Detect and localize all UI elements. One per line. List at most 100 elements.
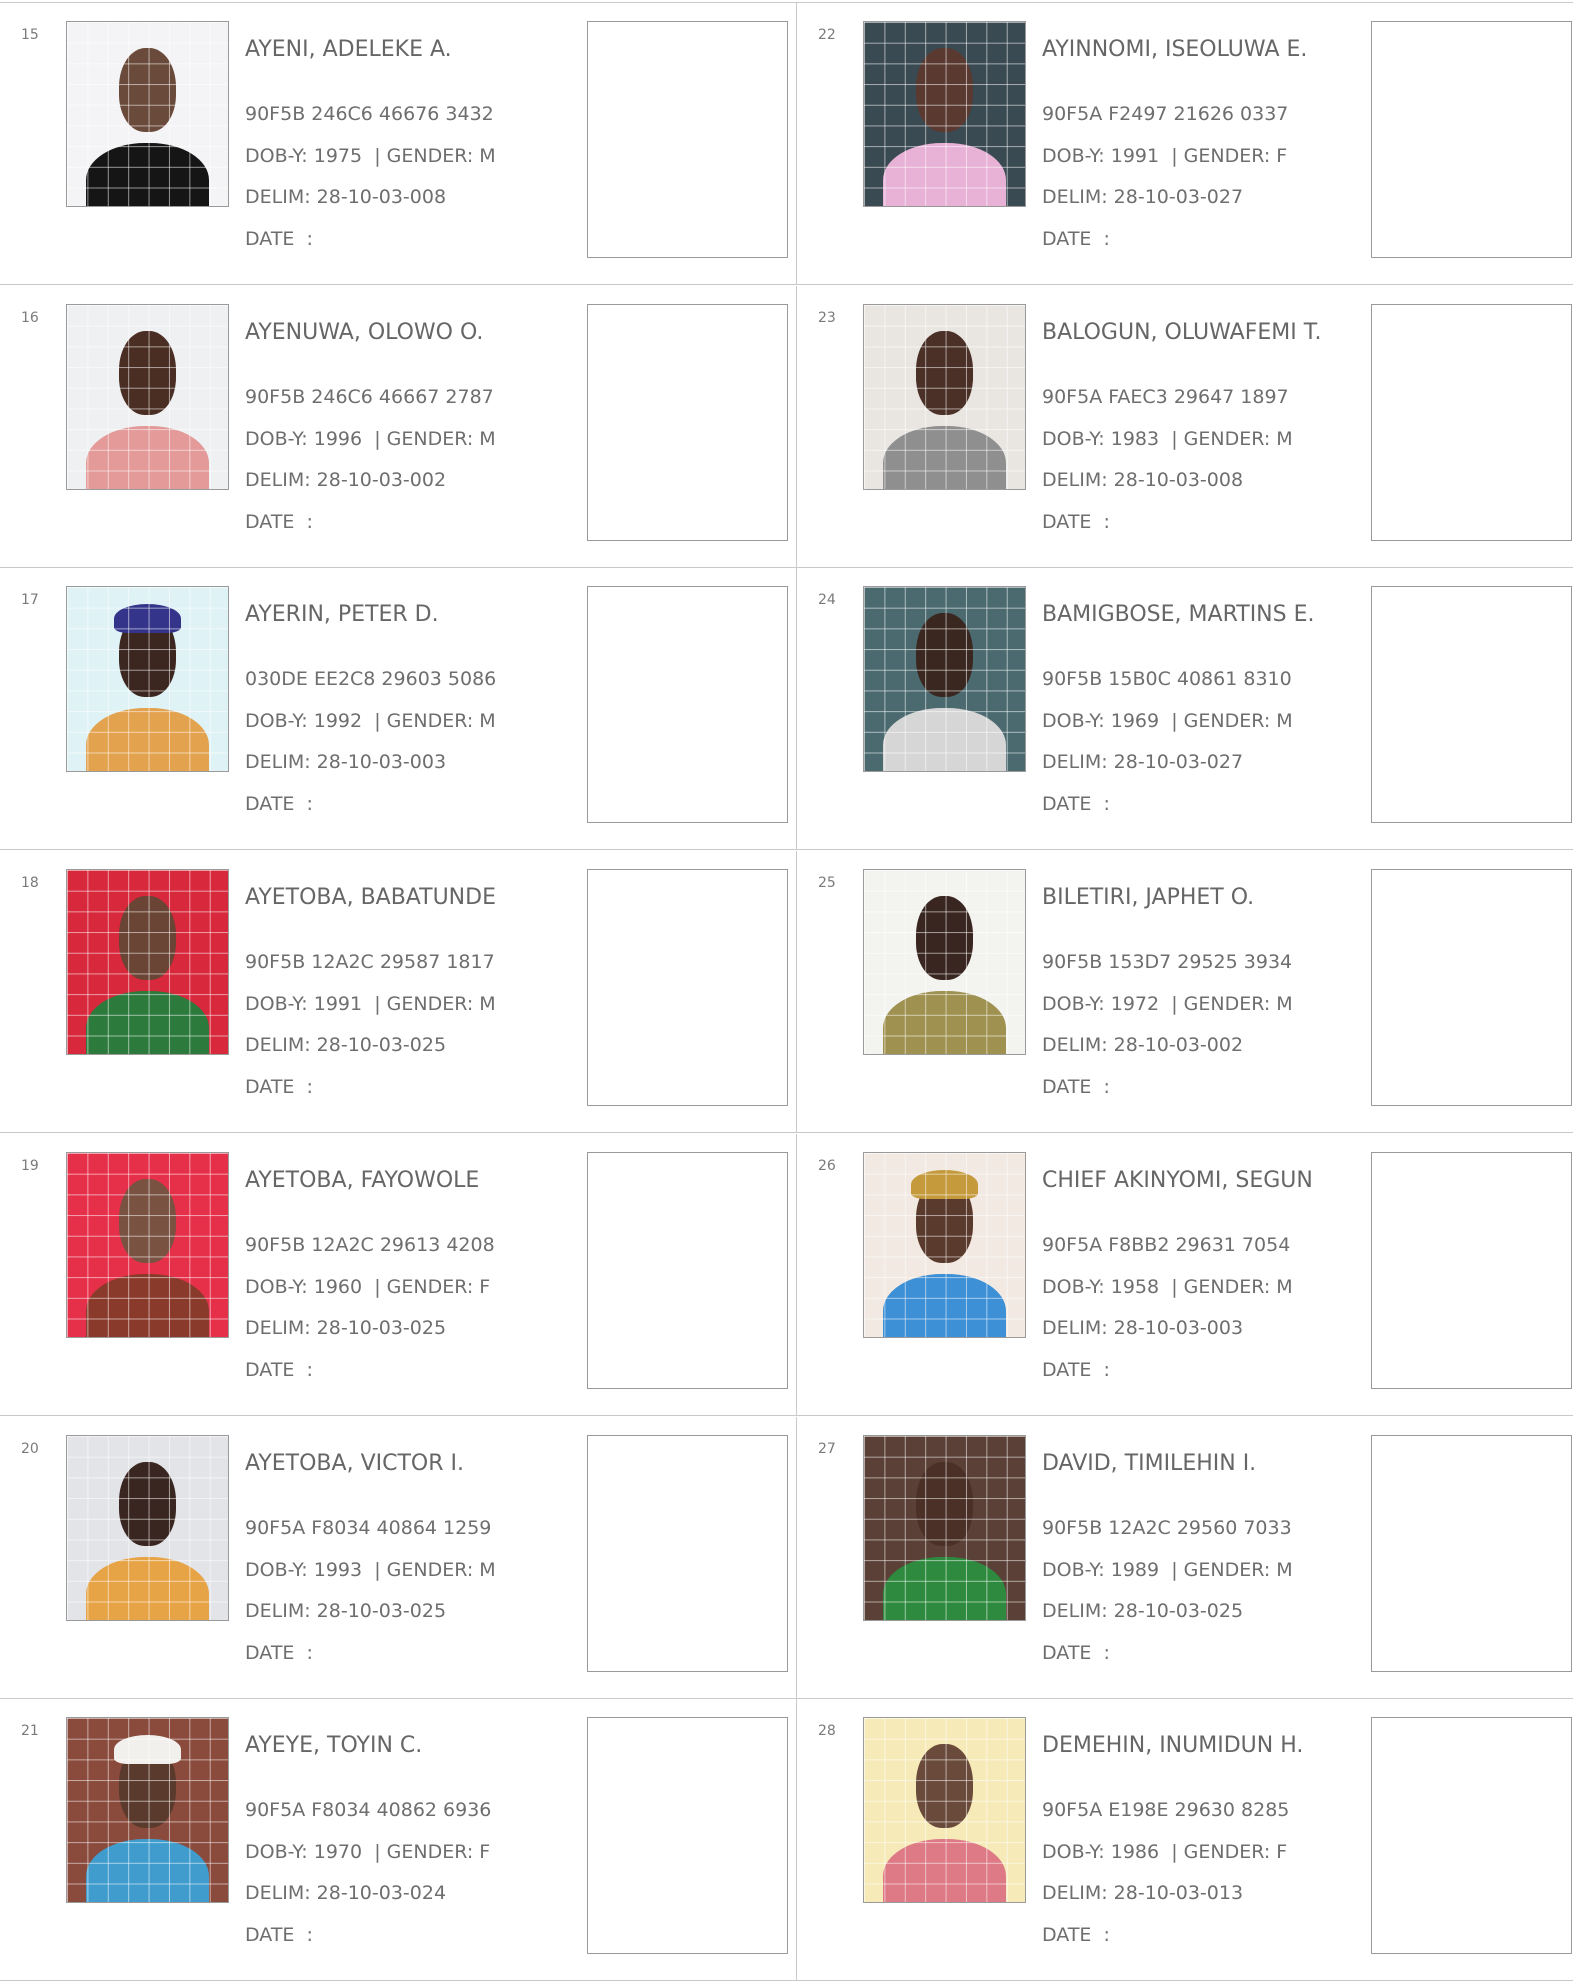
delim-value: 28-10-03-027 [1113, 186, 1244, 208]
serial-number: 18 [21, 875, 39, 891]
dob-value: 1958 [1110, 1276, 1160, 1298]
voter-card: 23 BALOGUN, OLUWAFEMI T. 90F5A FAEC3 296… [797, 286, 1573, 568]
voter-vin: 030DE EE2C8 29603 5086 [245, 668, 497, 690]
dob-gender-line: DOB-Y: 1996 | GENDER: M [245, 428, 496, 450]
gender-label: | GENDER: [362, 710, 480, 732]
gender-value: M [479, 710, 496, 732]
delim-value: 28-10-03-025 [316, 1317, 447, 1339]
thumbprint-box [587, 1717, 788, 1954]
voter-card: 17 AYERIN, PETER D. 030DE EE2C8 29603 50… [0, 568, 797, 850]
gender-value: M [479, 145, 496, 167]
date-label: DATE : [245, 1359, 313, 1381]
dob-gender-line: DOB-Y: 1989 | GENDER: M [1042, 1559, 1293, 1581]
dob-gender-line: DOB-Y: 1972 | GENDER: M [1042, 993, 1293, 1015]
voter-vin: 90F5A F2497 21626 0337 [1042, 103, 1289, 125]
delim-line: DELIM: 28-10-03-003 [245, 751, 446, 773]
dob-label: DOB-Y: [1042, 145, 1111, 167]
photo-watermark-grid [864, 870, 1025, 1054]
delim-label: DELIM: [245, 1034, 317, 1056]
thumbprint-box [587, 304, 788, 541]
dob-value: 1993 [313, 1559, 363, 1581]
delim-label: DELIM: [1042, 1034, 1114, 1056]
delim-label: DELIM: [1042, 469, 1114, 491]
delim-label: DELIM: [1042, 751, 1114, 773]
dob-gender-line: DOB-Y: 1960 | GENDER: F [245, 1276, 490, 1298]
voter-card: 26 CHIEF AKINYOMI, SEGUN 90F5A F8BB2 296… [797, 1134, 1573, 1416]
thumbprint-box [1371, 586, 1572, 823]
delim-line: DELIM: 28-10-03-025 [1042, 1600, 1243, 1622]
delim-label: DELIM: [245, 1882, 317, 1904]
date-label: DATE : [245, 228, 313, 250]
dob-gender-line: DOB-Y: 1992 | GENDER: M [245, 710, 496, 732]
serial-number: 20 [21, 1441, 39, 1457]
dob-gender-line: DOB-Y: 1986 | GENDER: F [1042, 1841, 1287, 1863]
voter-card-grid: 15 AYENI, ADELEKE A. 90F5B 246C6 46676 3… [0, 0, 1573, 1981]
voter-card: 18 AYETOBA, BABATUNDE 90F5B 12A2C 29587 … [0, 851, 797, 1133]
photo-watermark-grid [67, 870, 228, 1054]
dob-label: DOB-Y: [245, 145, 314, 167]
dob-gender-line: DOB-Y: 1983 | GENDER: M [1042, 428, 1293, 450]
thumbprint-box [587, 21, 788, 258]
gender-label: | GENDER: [362, 1841, 480, 1863]
dob-label: DOB-Y: [245, 1276, 314, 1298]
thumbprint-box [1371, 1152, 1572, 1389]
dob-label: DOB-Y: [245, 428, 314, 450]
dob-gender-line: DOB-Y: 1991 | GENDER: M [245, 993, 496, 1015]
date-label: DATE : [1042, 793, 1110, 815]
delim-label: DELIM: [1042, 1882, 1114, 1904]
photo-watermark-grid [864, 587, 1025, 771]
dob-label: DOB-Y: [245, 993, 314, 1015]
voter-card: 19 AYETOBA, FAYOWOLE 90F5B 12A2C 29613 4… [0, 1134, 797, 1416]
dob-label: DOB-Y: [1042, 1841, 1111, 1863]
voter-name: AYEYE, TOYIN C. [245, 1733, 423, 1758]
voter-photo [66, 304, 229, 490]
serial-number: 15 [21, 27, 39, 43]
photo-watermark-grid [67, 1436, 228, 1620]
thumbprint-box [1371, 1435, 1572, 1672]
delim-label: DELIM: [1042, 1317, 1114, 1339]
dob-label: DOB-Y: [1042, 428, 1111, 450]
dob-label: DOB-Y: [1042, 710, 1111, 732]
date-label: DATE : [1042, 1924, 1110, 1946]
serial-number: 24 [818, 592, 836, 608]
delim-line: DELIM: 28-10-03-002 [245, 469, 446, 491]
photo-watermark-grid [864, 1718, 1025, 1902]
date-label: DATE : [245, 1924, 313, 1946]
gender-label: | GENDER: [362, 1559, 480, 1581]
voter-vin: 90F5B 246C6 46667 2787 [245, 386, 494, 408]
voter-card: 20 AYETOBA, VICTOR I. 90F5A F8034 40864 … [0, 1417, 797, 1699]
voter-vin: 90F5A F8BB2 29631 7054 [1042, 1234, 1291, 1256]
voter-vin: 90F5B 12A2C 29587 1817 [245, 951, 495, 973]
gender-value: M [479, 1559, 496, 1581]
voter-card: 22 AYINNOMI, ISEOLUWA E. 90F5A F2497 216… [797, 3, 1573, 285]
thumbprint-box [587, 586, 788, 823]
voter-name: AYETOBA, FAYOWOLE [245, 1168, 480, 1193]
dob-value: 1975 [313, 145, 363, 167]
dob-label: DOB-Y: [245, 1559, 314, 1581]
serial-number: 16 [21, 310, 39, 326]
thumbprint-box [1371, 869, 1572, 1106]
delim-line: DELIM: 28-10-03-008 [245, 186, 446, 208]
dob-label: DOB-Y: [245, 1841, 314, 1863]
dob-gender-line: DOB-Y: 1969 | GENDER: M [1042, 710, 1293, 732]
serial-number: 28 [818, 1723, 836, 1739]
delim-value: 28-10-03-025 [316, 1034, 447, 1056]
dob-value: 1960 [313, 1276, 363, 1298]
dob-value: 1991 [1110, 145, 1160, 167]
voter-photo [863, 1152, 1026, 1338]
delim-value: 28-10-03-025 [1113, 1600, 1244, 1622]
dob-gender-line: DOB-Y: 1958 | GENDER: M [1042, 1276, 1293, 1298]
gender-value: M [479, 428, 496, 450]
thumbprint-box [587, 869, 788, 1106]
gender-value: M [1276, 710, 1293, 732]
dob-value: 1970 [313, 1841, 363, 1863]
thumbprint-box [1371, 21, 1572, 258]
thumbprint-box [1371, 304, 1572, 541]
voter-name: AYETOBA, BABATUNDE [245, 885, 496, 910]
thumbprint-box [1371, 1717, 1572, 1954]
voter-name: BALOGUN, OLUWAFEMI T. [1042, 320, 1322, 345]
dob-value: 1972 [1110, 993, 1160, 1015]
dob-value: 1991 [313, 993, 363, 1015]
delim-value: 28-10-03-008 [316, 186, 447, 208]
serial-number: 26 [818, 1158, 836, 1174]
